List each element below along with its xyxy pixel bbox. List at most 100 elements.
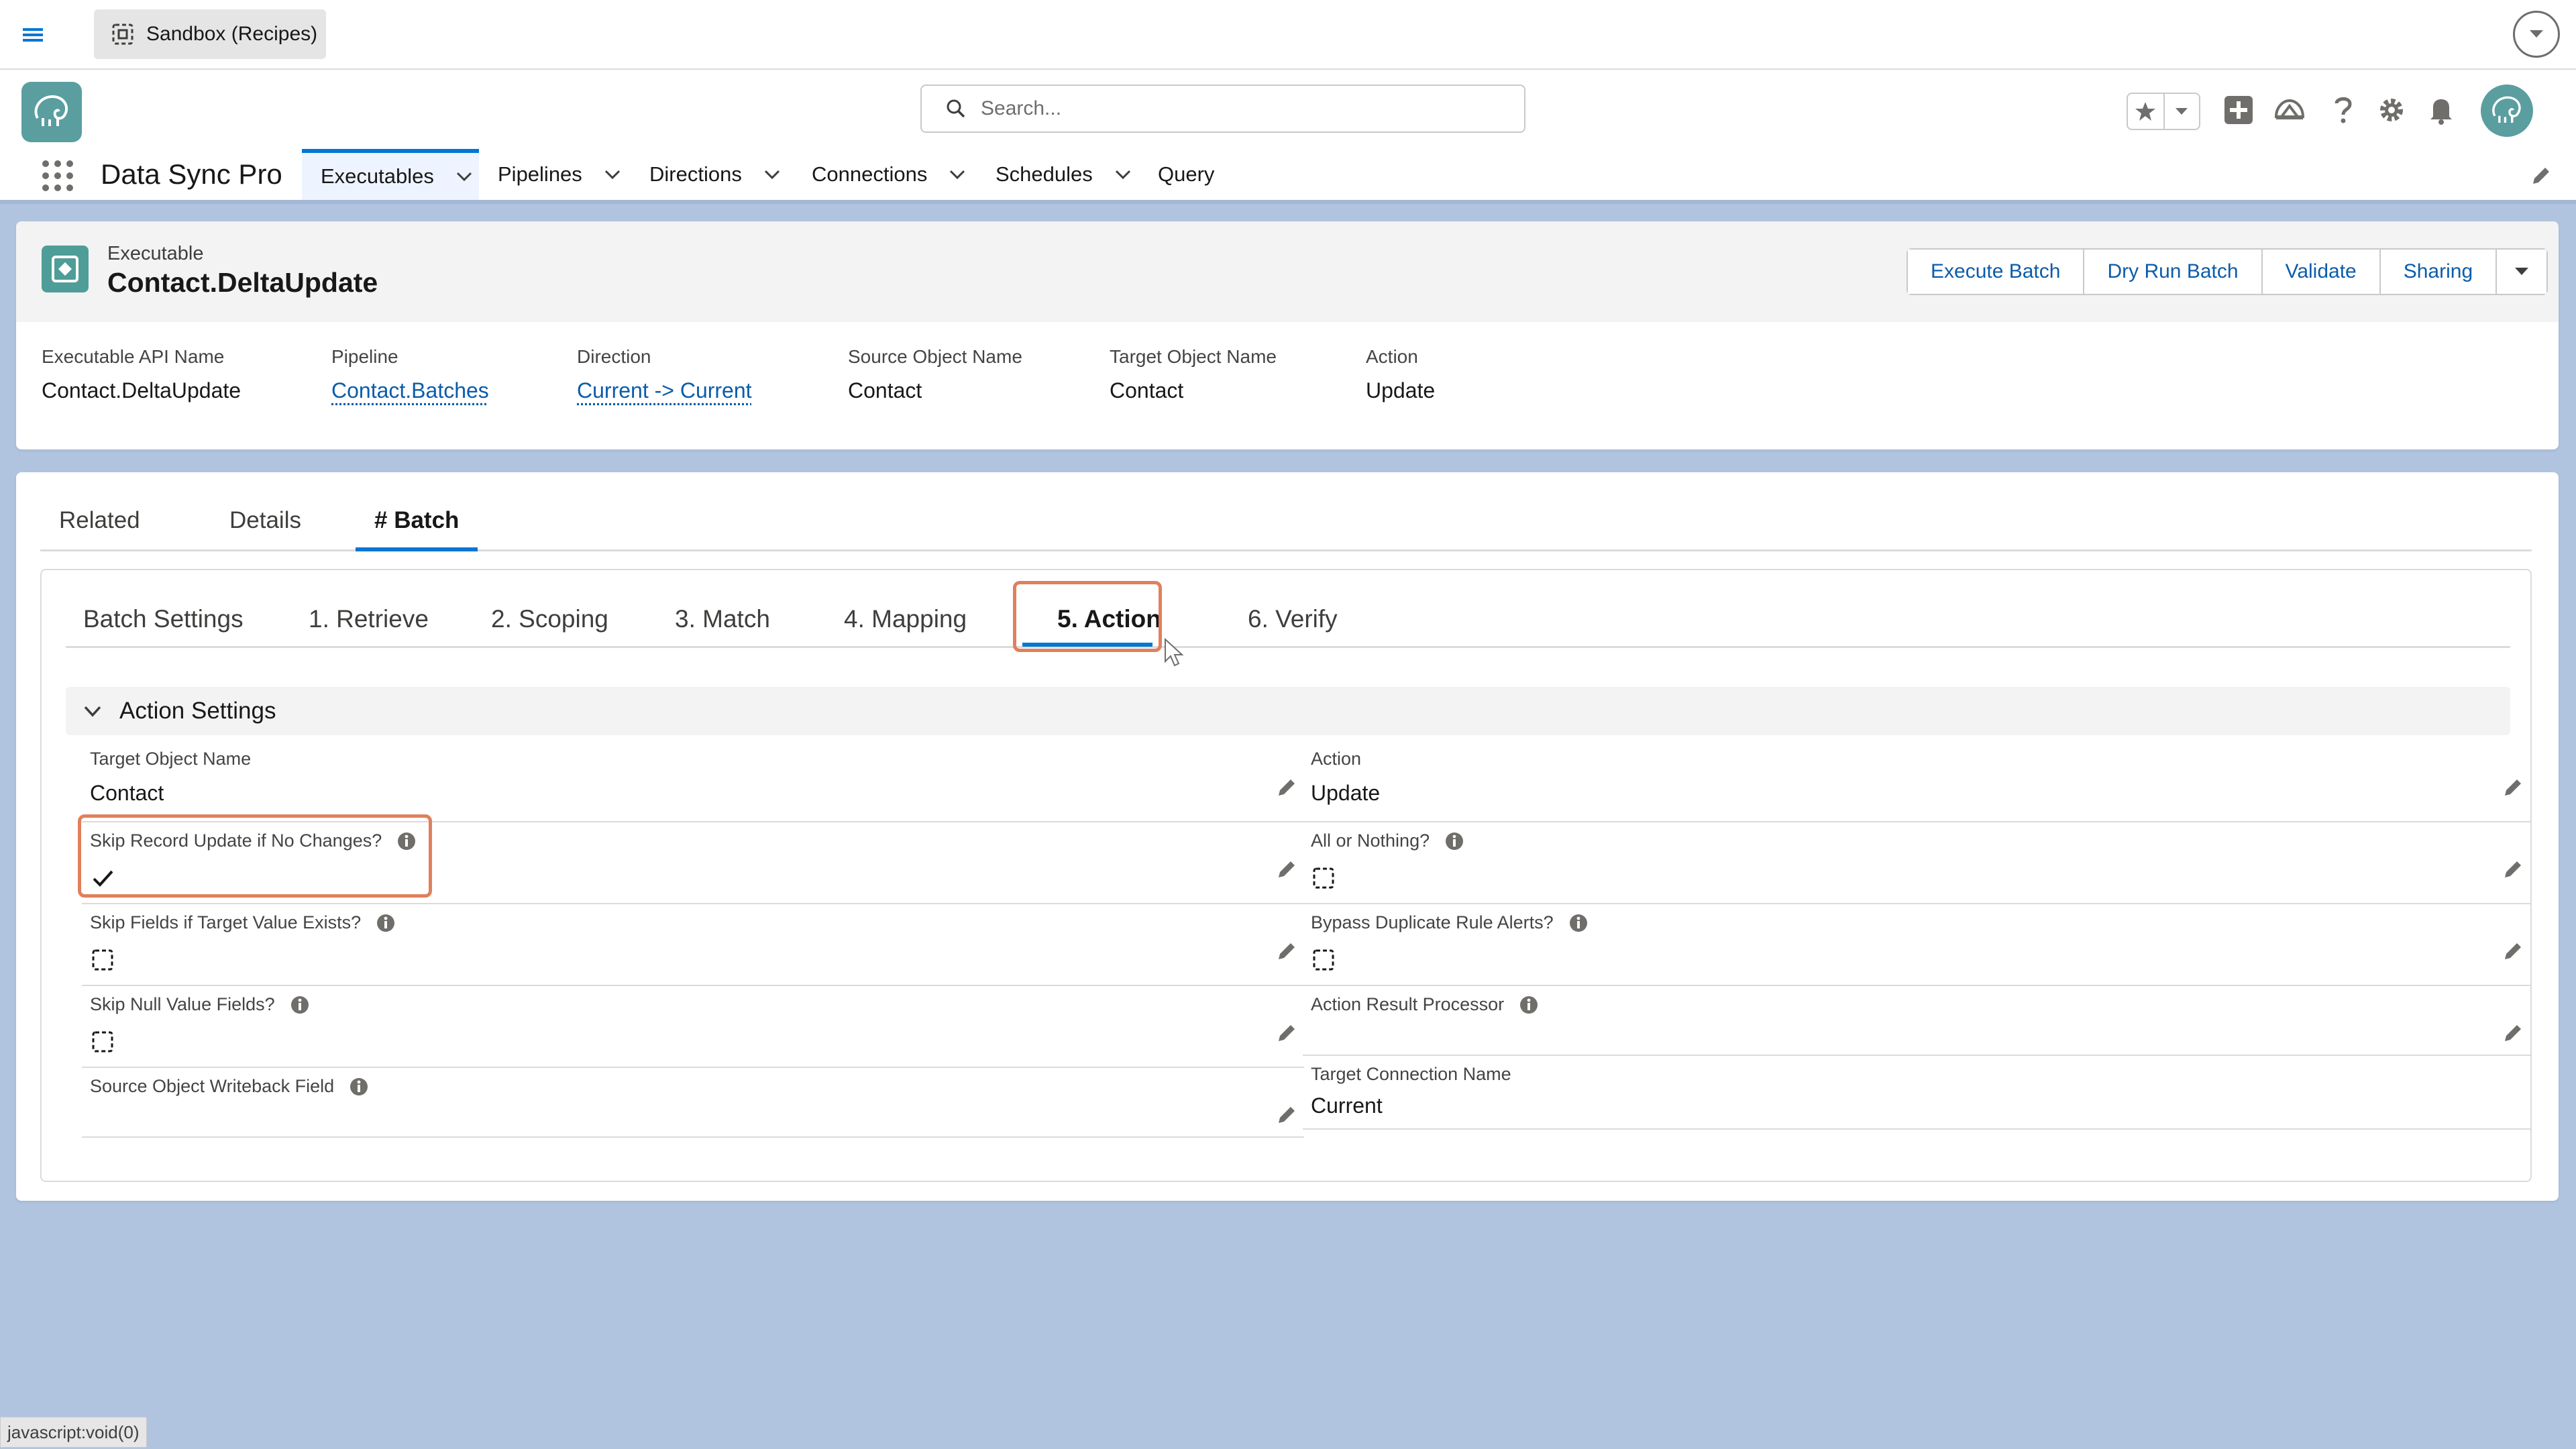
highlight-field-direction: Direction Current -> Current <box>577 346 752 403</box>
field-action-result-processor: Action Result Processor <box>1303 986 2530 1056</box>
info-icon[interactable] <box>1568 913 1589 933</box>
record-header: Executable Contact.DeltaUpdate Execute B… <box>16 221 2559 449</box>
global-search-box[interactable] <box>920 85 1525 133</box>
edit-nav-pencil-icon[interactable] <box>2529 164 2553 188</box>
sandbox-org-button[interactable]: Sandbox (Recipes) <box>94 9 326 59</box>
field-action: Action Update <box>1303 741 2530 822</box>
info-icon[interactable] <box>1444 831 1464 851</box>
field-value: Contact <box>848 378 922 402</box>
global-actions-plus-icon[interactable] <box>2220 91 2257 129</box>
more-actions-button[interactable] <box>2496 250 2547 294</box>
field-label-text: Action Result Processor <box>1311 994 1505 1014</box>
trailhead-icon[interactable] <box>2271 91 2308 129</box>
org-logo[interactable] <box>21 82 82 142</box>
field-label-text: Target Connection Name <box>1311 1064 1511 1084</box>
top-dropdown-button[interactable] <box>2513 11 2560 58</box>
notifications-bell-icon[interactable] <box>2423 91 2459 129</box>
field-label-text: Bypass Duplicate Rule Alerts? <box>1311 912 1554 932</box>
edit-pencil-icon[interactable] <box>2501 1021 2525 1045</box>
app-launcher-waffle-icon[interactable] <box>40 158 75 193</box>
info-icon[interactable] <box>349 1077 369 1097</box>
execute-batch-button[interactable]: Execute Batch <box>1908 250 2084 294</box>
search-icon <box>946 99 966 119</box>
chevron-down-icon[interactable] <box>947 164 967 184</box>
field-label: All or Nothing? <box>1311 830 1464 851</box>
tab-related[interactable]: Related <box>40 507 159 551</box>
global-search-input[interactable] <box>981 97 1524 120</box>
field-value: Current <box>1311 1093 1383 1118</box>
highlight-field-pipeline: Pipeline Contact.Batches <box>331 346 489 403</box>
help-icon[interactable] <box>2325 91 2361 129</box>
edit-pencil-icon[interactable] <box>1275 1103 1299 1127</box>
subtab-match[interactable]: 3. Match <box>675 605 770 645</box>
subtab-mapping[interactable]: 4. Mapping <box>844 605 967 645</box>
subtab-verify[interactable]: 6. Verify <box>1248 605 1338 645</box>
favorites-star-icon[interactable] <box>2128 94 2163 129</box>
subtab-scoping[interactable]: 2. Scoping <box>491 605 608 645</box>
info-icon[interactable] <box>290 995 310 1015</box>
nav-item-label: Pipelines <box>498 162 582 186</box>
field-value: Contact.DeltaUpdate <box>42 378 241 402</box>
nav-item-connections[interactable]: Connections <box>793 149 986 200</box>
hamburger-menu-icon[interactable] <box>16 20 51 50</box>
field-label: Source Object Name <box>848 346 1022 367</box>
tab-batch[interactable]: # Batch <box>356 507 478 551</box>
edit-pencil-icon[interactable] <box>1275 1021 1299 1045</box>
chevron-down-icon[interactable] <box>602 164 623 184</box>
section-title: Action Settings <box>119 698 276 724</box>
field-target-connection-name: Target Connection Name Current <box>1303 1056 2530 1130</box>
favorites-dropdown-icon[interactable] <box>2163 94 2199 129</box>
record-title: Contact.DeltaUpdate <box>107 267 378 298</box>
user-avatar[interactable] <box>2481 85 2533 137</box>
field-skip-fields-target-exists: Skip Fields if Target Value Exists? <box>82 904 1304 986</box>
nav-item-query[interactable]: Query <box>1139 149 1233 200</box>
dry-run-batch-button[interactable]: Dry Run Batch <box>2083 250 2261 294</box>
batch-settings-panel: Batch Settings 1. Retrieve 2. Scoping 3.… <box>40 569 2532 1182</box>
highlight-field-source-object: Source Object Name Contact <box>848 346 1022 403</box>
field-skip-null-values: Skip Null Value Fields? <box>82 986 1304 1068</box>
field-label: Source Object Writeback Field <box>90 1076 369 1097</box>
chevron-down-icon <box>2513 266 2530 278</box>
unchecked-checkbox-icon <box>91 1030 114 1053</box>
nav-item-executables[interactable]: Executables <box>302 149 479 200</box>
chevron-down-icon[interactable] <box>762 164 782 184</box>
edit-pencil-icon[interactable] <box>2501 857 2525 881</box>
pipeline-link[interactable]: Contact.Batches <box>331 378 489 403</box>
chevron-down-icon[interactable] <box>454 166 474 186</box>
edit-pencil-icon[interactable] <box>2501 775 2525 800</box>
tab-details[interactable]: Details <box>211 507 320 551</box>
chevron-down-icon[interactable] <box>1113 164 1133 184</box>
field-label: Action Result Processor <box>1311 994 1539 1015</box>
field-label: Skip Null Value Fields? <box>90 994 310 1015</box>
field-value: Update <box>1311 781 1381 805</box>
subtab-batch-settings[interactable]: Batch Settings <box>83 605 244 645</box>
info-icon[interactable] <box>1519 995 1539 1015</box>
info-icon[interactable] <box>376 913 396 933</box>
nav-item-directions[interactable]: Directions <box>631 149 801 200</box>
field-label: Pipeline <box>331 346 398 367</box>
setup-gear-icon[interactable] <box>2373 91 2410 129</box>
field-value: Contact <box>90 781 164 805</box>
edit-pencil-icon[interactable] <box>1275 775 1299 800</box>
field-label: Skip Fields if Target Value Exists? <box>90 912 396 933</box>
edit-pencil-icon[interactable] <box>1275 857 1299 881</box>
field-label: Direction <box>577 346 651 367</box>
action-settings-section-header[interactable]: Action Settings <box>66 687 2510 735</box>
field-value: Update <box>1366 378 1436 402</box>
nav-item-pipelines[interactable]: Pipelines <box>479 149 641 200</box>
edit-pencil-icon[interactable] <box>1275 939 1299 963</box>
unchecked-checkbox-icon <box>1312 867 1335 890</box>
direction-link[interactable]: Current -> Current <box>577 378 752 403</box>
browser-status-bar: javascript:void(0) <box>0 1417 147 1448</box>
nav-item-schedules[interactable]: Schedules <box>977 149 1152 200</box>
sharing-button[interactable]: Sharing <box>2379 250 2496 294</box>
field-label-text: Skip Fields if Target Value Exists? <box>90 912 362 932</box>
subtab-retrieve[interactable]: 1. Retrieve <box>309 605 429 645</box>
unchecked-checkbox-icon <box>91 949 114 971</box>
field-label-text: All or Nothing? <box>1311 830 1430 851</box>
field-label-text: Action <box>1311 749 1362 769</box>
field-target-object-name: Target Object Name Contact <box>82 741 1304 822</box>
validate-button[interactable]: Validate <box>2261 250 2379 294</box>
favorites-button-group <box>2127 93 2200 130</box>
edit-pencil-icon[interactable] <box>2501 939 2525 963</box>
